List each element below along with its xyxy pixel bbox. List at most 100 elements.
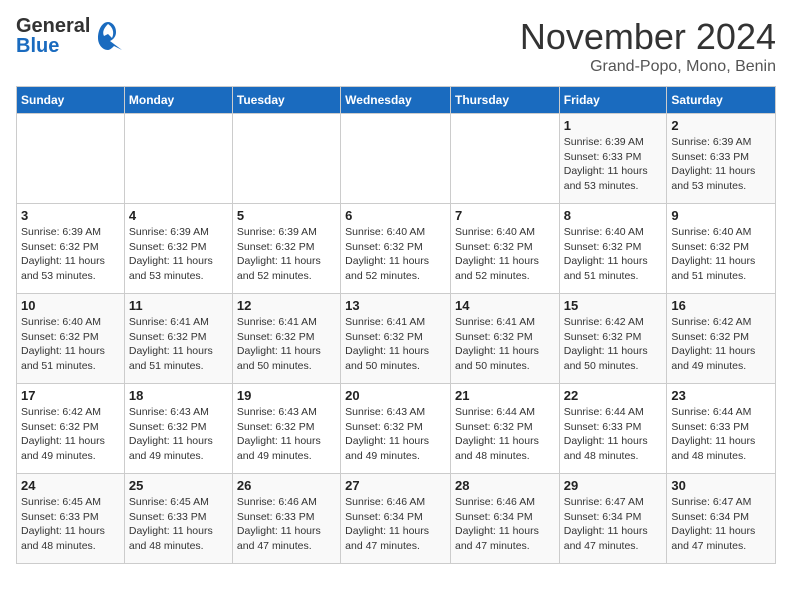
day-number: 11	[129, 298, 228, 313]
calendar-week-3: 10Sunrise: 6:40 AM Sunset: 6:32 PM Dayli…	[17, 294, 776, 384]
calendar-cell: 13Sunrise: 6:41 AM Sunset: 6:32 PM Dayli…	[341, 294, 451, 384]
day-number: 8	[564, 208, 663, 223]
calendar-cell: 28Sunrise: 6:46 AM Sunset: 6:34 PM Dayli…	[450, 474, 559, 564]
day-info: Sunrise: 6:41 AM Sunset: 6:32 PM Dayligh…	[455, 315, 555, 374]
calendar-cell: 23 Sunrise: 6:44 AM Sunset: 6:33 PM Dayli…	[667, 384, 776, 474]
day-info: Sunrise: 6:43 AM Sunset: 6:32 PM Dayligh…	[237, 405, 336, 464]
calendar-cell: 19 Sunrise: 6:43 AM Sunset: 6:32 PM Dayli…	[232, 384, 340, 474]
day-number: 17	[21, 388, 120, 403]
calendar-cell: 27 Sunrise: 6:46 AM Sunset: 6:34 PM Dayli…	[341, 474, 451, 564]
day-info: Sunrise: 6:45 AM Sunset: 6:33 PM Dayligh…	[129, 495, 228, 554]
day-number: 3	[21, 208, 120, 223]
month-title: November 2024	[520, 16, 776, 58]
logo: General Blue	[16, 16, 122, 56]
day-info: Sunrise: 6:46 AM Sunset: 6:34 PM Dayligh…	[345, 495, 446, 554]
day-info: Sunrise: 6:46 AM Sunset: 6:33 PM Dayligh…	[237, 495, 336, 554]
day-number: 27	[345, 478, 446, 493]
day-number: 4	[129, 208, 228, 223]
calendar-cell: 2Sunrise: 6:39 AM Sunset: 6:33 PM Daylig…	[667, 114, 776, 204]
day-info: Sunrise: 6:47 AM Sunset: 6:34 PM Dayligh…	[564, 495, 663, 554]
day-header-sunday: Sunday	[17, 87, 125, 114]
day-info: Sunrise: 6:43 AM Sunset: 6:32 PM Dayligh…	[129, 405, 228, 464]
calendar-cell: 20Sunrise: 6:43 AM Sunset: 6:32 PM Dayli…	[341, 384, 451, 474]
calendar-cell: 3Sunrise: 6:39 AM Sunset: 6:32 PM Daylig…	[17, 204, 125, 294]
calendar-cell: 26Sunrise: 6:46 AM Sunset: 6:33 PM Dayli…	[232, 474, 340, 564]
calendar-cell: 30Sunrise: 6:47 AM Sunset: 6:34 PM Dayli…	[667, 474, 776, 564]
logo-bird-icon	[94, 20, 122, 52]
day-info: Sunrise: 6:40 AM Sunset: 6:32 PM Dayligh…	[671, 225, 771, 284]
day-info: Sunrise: 6:46 AM Sunset: 6:34 PM Dayligh…	[455, 495, 555, 554]
calendar-week-4: 17 Sunrise: 6:42 AM Sunset: 6:32 PM Dayli…	[17, 384, 776, 474]
logo-blue-text: Blue	[16, 36, 90, 56]
calendar-cell: 10Sunrise: 6:40 AM Sunset: 6:32 PM Dayli…	[17, 294, 125, 384]
day-info: Sunrise: 6:40 AM Sunset: 6:32 PM Dayligh…	[564, 225, 663, 284]
calendar-cell: 14 Sunrise: 6:41 AM Sunset: 6:32 PM Dayli…	[450, 294, 559, 384]
calendar-cell	[17, 114, 125, 204]
calendar-week-2: 3 Sunrise: 6:39 AM Sunset: 6:32 PM Daylig…	[17, 204, 776, 294]
day-info: Sunrise: 6:43 AM Sunset: 6:32 PM Dayligh…	[345, 405, 446, 464]
day-number: 25	[129, 478, 228, 493]
day-info: Sunrise: 6:44 AM Sunset: 6:32 PM Dayligh…	[455, 405, 555, 464]
day-number: 1	[564, 118, 663, 133]
day-info: Sunrise: 6:42 AM Sunset: 6:32 PM Dayligh…	[564, 315, 663, 374]
logo-general-text: General	[16, 16, 90, 36]
calendar-cell: 16 Sunrise: 6:42 AM Sunset: 6:32 PM Dayli…	[667, 294, 776, 384]
calendar-body: 1 Sunrise: 6:39 AM Sunset: 6:33 PM Daylig…	[17, 114, 776, 564]
day-info: Sunrise: 6:42 AM Sunset: 6:32 PM Dayligh…	[21, 405, 120, 464]
day-number: 2	[671, 118, 771, 133]
day-info: Sunrise: 6:42 AM Sunset: 6:32 PM Dayligh…	[671, 315, 771, 374]
day-header-thursday: Thursday	[450, 87, 559, 114]
day-info: Sunrise: 6:44 AM Sunset: 6:33 PM Dayligh…	[564, 405, 663, 464]
day-header-tuesday: Tuesday	[232, 87, 340, 114]
calendar-cell: 12Sunrise: 6:41 AM Sunset: 6:32 PM Dayli…	[232, 294, 340, 384]
day-number: 18	[129, 388, 228, 403]
day-number: 23	[671, 388, 771, 403]
calendar-cell: 15 Sunrise: 6:42 AM Sunset: 6:32 PM Dayli…	[559, 294, 667, 384]
calendar-week-1: 1 Sunrise: 6:39 AM Sunset: 6:33 PM Daylig…	[17, 114, 776, 204]
calendar-cell: 8 Sunrise: 6:40 AM Sunset: 6:32 PM Daylig…	[559, 204, 667, 294]
day-info: Sunrise: 6:47 AM Sunset: 6:34 PM Dayligh…	[671, 495, 771, 554]
day-info: Sunrise: 6:44 AM Sunset: 6:33 PM Dayligh…	[671, 405, 771, 464]
calendar-cell	[341, 114, 451, 204]
header: General Blue November 2024 Grand-Popo, M…	[16, 16, 776, 76]
calendar-cell: 1 Sunrise: 6:39 AM Sunset: 6:33 PM Daylig…	[559, 114, 667, 204]
day-number: 15	[564, 298, 663, 313]
calendar-cell: 25 Sunrise: 6:45 AM Sunset: 6:33 PM Dayli…	[124, 474, 232, 564]
calendar-cell	[450, 114, 559, 204]
calendar-cell: 21 Sunrise: 6:44 AM Sunset: 6:32 PM Dayli…	[450, 384, 559, 474]
day-number: 14	[455, 298, 555, 313]
day-info: Sunrise: 6:40 AM Sunset: 6:32 PM Dayligh…	[455, 225, 555, 284]
day-info: Sunrise: 6:39 AM Sunset: 6:33 PM Dayligh…	[564, 135, 663, 194]
day-info: Sunrise: 6:39 AM Sunset: 6:32 PM Dayligh…	[129, 225, 228, 284]
day-info: Sunrise: 6:41 AM Sunset: 6:32 PM Dayligh…	[237, 315, 336, 374]
calendar-table: SundayMondayTuesdayWednesdayThursdayFrid…	[16, 86, 776, 564]
day-number: 5	[237, 208, 336, 223]
day-number: 21	[455, 388, 555, 403]
calendar-cell: 4 Sunrise: 6:39 AM Sunset: 6:32 PM Daylig…	[124, 204, 232, 294]
day-number: 13	[345, 298, 446, 313]
calendar-week-5: 24 Sunrise: 6:45 AM Sunset: 6:33 PM Dayli…	[17, 474, 776, 564]
calendar-cell: 22Sunrise: 6:44 AM Sunset: 6:33 PM Dayli…	[559, 384, 667, 474]
day-number: 10	[21, 298, 120, 313]
day-header-saturday: Saturday	[667, 87, 776, 114]
calendar-cell: 18 Sunrise: 6:43 AM Sunset: 6:32 PM Dayli…	[124, 384, 232, 474]
day-info: Sunrise: 6:39 AM Sunset: 6:32 PM Dayligh…	[237, 225, 336, 284]
day-info: Sunrise: 6:40 AM Sunset: 6:32 PM Dayligh…	[345, 225, 446, 284]
calendar-header: SundayMondayTuesdayWednesdayThursdayFrid…	[17, 87, 776, 114]
day-header-friday: Friday	[559, 87, 667, 114]
day-number: 9	[671, 208, 771, 223]
day-number: 24	[21, 478, 120, 493]
title-area: November 2024 Grand-Popo, Mono, Benin	[520, 16, 776, 76]
calendar-cell	[232, 114, 340, 204]
day-headers-row: SundayMondayTuesdayWednesdayThursdayFrid…	[17, 87, 776, 114]
day-number: 6	[345, 208, 446, 223]
day-number: 16	[671, 298, 771, 313]
day-number: 29	[564, 478, 663, 493]
day-info: Sunrise: 6:45 AM Sunset: 6:33 PM Dayligh…	[21, 495, 120, 554]
calendar-cell: 29 Sunrise: 6:47 AM Sunset: 6:34 PM Dayli…	[559, 474, 667, 564]
calendar-cell: 7Sunrise: 6:40 AM Sunset: 6:32 PM Daylig…	[450, 204, 559, 294]
day-number: 19	[237, 388, 336, 403]
calendar-cell	[124, 114, 232, 204]
calendar-cell: 11Sunrise: 6:41 AM Sunset: 6:32 PM Dayli…	[124, 294, 232, 384]
calendar-cell: 17 Sunrise: 6:42 AM Sunset: 6:32 PM Dayli…	[17, 384, 125, 474]
